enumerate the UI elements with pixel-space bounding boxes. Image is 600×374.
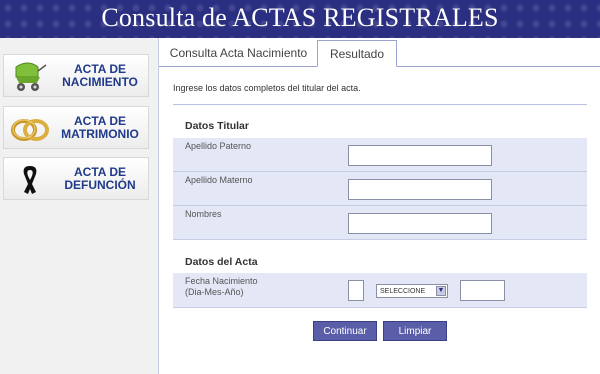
sidebar-item-line2: DEFUNCIÓN	[64, 177, 136, 192]
tab-consulta-acta-nacimiento[interactable]: Consulta Acta Nacimiento	[160, 40, 317, 66]
app-header: Consulta de ACTAS REGISTRALES	[0, 0, 600, 38]
fecha-label-line1: Fecha Nacimiento	[185, 276, 258, 286]
nombres-label: Nombres	[185, 209, 222, 219]
sidebar-item-line1: ACTA DE	[74, 164, 126, 179]
sidebar-item-line2: MATRIMONIO	[61, 126, 139, 141]
section-title-datos-acta: Datos del Acta	[185, 256, 258, 268]
sidebar-item-label: ACTA DE DEFUNCIÓN	[54, 158, 146, 199]
tab-resultado[interactable]: Resultado	[317, 40, 397, 67]
sidebar-item-line2: NACIMIENTO	[62, 74, 138, 89]
sidebar-item-label: ACTA DE MATRIMONIO	[54, 107, 146, 148]
stroller-icon	[15, 62, 47, 91]
mes-select[interactable]: SELECCIONE ▼	[376, 284, 448, 298]
apellido-paterno-label: Apellido Paterno	[185, 141, 252, 151]
nombres-input[interactable]	[348, 213, 492, 234]
form-row-nombres: Nombres	[173, 206, 587, 240]
fecha-label-line2: (Dia-Mes-Año)	[185, 287, 244, 297]
sidebar-item-label: ACTA DE NACIMIENTO	[54, 55, 146, 96]
continuar-button[interactable]: Continuar	[313, 321, 377, 341]
form-row-apellido-materno: Apellido Materno	[173, 172, 587, 206]
anio-input[interactable]	[460, 280, 505, 301]
apellido-paterno-input[interactable]	[348, 145, 492, 166]
wedding-rings-icon	[11, 119, 49, 141]
fecha-nacimiento-label: Fecha Nacimiento (Dia-Mes-Año)	[185, 276, 258, 298]
sidebar-item-line1: ACTA DE	[74, 113, 126, 128]
form-row-fecha-nacimiento: Fecha Nacimiento (Dia-Mes-Año) SELECCION…	[173, 273, 587, 308]
mourning-ribbon-icon	[23, 166, 37, 194]
sidebar-item-defuncion[interactable]: ACTA DE DEFUNCIÓN	[3, 157, 149, 200]
limpiar-button[interactable]: Limpiar	[383, 321, 447, 341]
section-title-datos-titular: Datos Titular	[185, 120, 249, 132]
mes-select-value: SELECCIONE	[380, 288, 426, 295]
dia-input[interactable]	[348, 280, 364, 301]
divider	[173, 104, 587, 105]
sidebar-item-nacimiento[interactable]: ACTA DE NACIMIENTO	[3, 54, 149, 97]
form-row-apellido-paterno: Apellido Paterno	[173, 138, 587, 172]
apellido-materno-label: Apellido Materno	[185, 175, 253, 185]
sidebar-item-line1: ACTA DE	[74, 61, 126, 76]
sidebar-item-matrimonio[interactable]: ACTA DE MATRIMONIO	[3, 106, 149, 149]
chevron-down-icon[interactable]: ▼	[436, 286, 446, 296]
page-title: Consulta de ACTAS REGISTRALES	[101, 3, 499, 32]
tab-bar: Consulta Acta Nacimiento Resultado	[159, 38, 600, 67]
apellido-materno-input[interactable]	[348, 179, 492, 200]
form-instructions: Ingrese los datos completos del titular …	[173, 83, 361, 93]
sidebar: ACTA DE NACIMIENTO ACTA DE MATRIMONIO AC…	[0, 38, 158, 374]
main-content: Consulta Acta Nacimiento Resultado Ingre…	[158, 38, 600, 374]
